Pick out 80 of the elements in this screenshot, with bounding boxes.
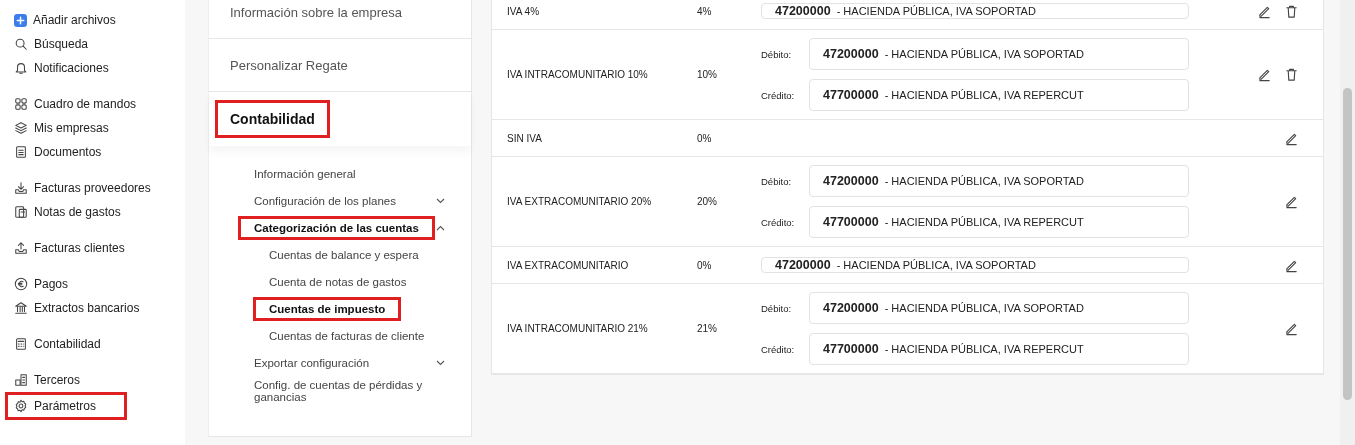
- tax-name: IVA EXTRACOMUNITARIO 20%: [506, 196, 653, 207]
- settings-section[interactable]: Información sobre la empresa: [218, 0, 414, 28]
- buildings-icon: [14, 373, 28, 387]
- scrollbar-thumb[interactable]: [1343, 88, 1352, 400]
- tax-rate: 10%: [697, 69, 718, 80]
- delete-button[interactable]: [1284, 67, 1299, 82]
- dashboard-icon: [14, 97, 28, 111]
- chevron-down-icon[interactable]: [436, 197, 445, 204]
- tax-name: IVA INTRACOMUNITARIO 21%: [506, 323, 649, 334]
- nav-item[interactable]: Facturas proveedores: [12, 176, 162, 200]
- account-field[interactable]: 47200000 - HACIENDA PÚBLICA, IVA SOPORTAD: [809, 292, 1189, 324]
- pencil-icon: [1257, 67, 1272, 82]
- account-label: Crédito:: [761, 89, 796, 101]
- tax-rate: 21%: [697, 323, 718, 334]
- settings-subitem[interactable]: Información general: [254, 164, 356, 183]
- settings-subitem[interactable]: Config. de cuentas de pérdidas y ganancias: [254, 376, 445, 406]
- settings-section[interactable]: Personalizar Regate: [218, 49, 360, 81]
- nav-item[interactable]: Documentos: [12, 140, 162, 164]
- settings-subitem[interactable]: Cuentas de balance y espera: [269, 245, 419, 264]
- nav-item[interactable]: Notificaciones: [12, 56, 162, 80]
- settings-subitem[interactable]: Cuentas de facturas de cliente: [269, 326, 425, 345]
- account-field[interactable]: 47200000 - HACIENDA PÚBLICA, IVA SOPORTAD: [809, 165, 1189, 197]
- search-icon: [14, 37, 28, 51]
- add-icon: [14, 13, 27, 27]
- nav-item[interactable]: Búsqueda: [12, 32, 162, 56]
- bank-icon: [14, 301, 28, 315]
- upload-icon: [14, 241, 28, 255]
- account-label: Crédito:: [761, 216, 796, 228]
- account-field[interactable]: 47700000 - HACIENDA PÚBLICA, IVA REPERCUT: [809, 206, 1189, 238]
- tax-name: SIN IVA: [506, 132, 543, 144]
- settings-section[interactable]: Contabilidad: [215, 100, 330, 138]
- nav-item[interactable]: Pagos: [12, 272, 162, 296]
- pencil-icon: [1284, 194, 1299, 209]
- account-field[interactable]: 47700000 - HACIENDA PÚBLICA, IVA REPERCUT: [809, 79, 1189, 111]
- trash-icon: [1284, 3, 1299, 19]
- trash-icon: [1284, 67, 1299, 82]
- delete-button[interactable]: [1284, 3, 1299, 19]
- edit-button[interactable]: [1284, 194, 1299, 209]
- tax-rate: 4%: [697, 5, 713, 17]
- settings-subitem[interactable]: Exportar configuración: [254, 353, 370, 372]
- settings-subitem[interactable]: Cuenta de notas de gastos: [269, 272, 407, 291]
- nav-item[interactable]: Terceros: [12, 368, 162, 392]
- tax-rate: 0%: [697, 132, 713, 144]
- account-field[interactable]: 47200000 - HACIENDA PÚBLICA, IVA SOPORTAD: [761, 3, 1189, 19]
- chevron-down-icon[interactable]: [436, 359, 445, 366]
- edit-button[interactable]: [1284, 321, 1299, 336]
- settings-icon: [14, 399, 28, 413]
- account-label: Débito:: [761, 48, 793, 60]
- nav-item[interactable]: Mis empresas: [12, 116, 162, 140]
- nav-item[interactable]: Parámetros: [5, 392, 127, 420]
- tax-name: IVA INTRACOMUNITARIO 10%: [506, 69, 649, 80]
- nav-item[interactable]: Contabilidad: [12, 332, 162, 356]
- nav-item[interactable]: Añadir archivos: [12, 8, 162, 32]
- chevron-up-icon[interactable]: [436, 224, 445, 231]
- account-label: Débito:: [761, 302, 793, 314]
- tax-name: IVA EXTRACOMUNITARIO: [506, 259, 630, 271]
- account-field[interactable]: 47700000 - HACIENDA PÚBLICA, IVA REPERCUT: [809, 333, 1189, 365]
- pencil-icon: [1284, 321, 1299, 336]
- nav-item[interactable]: Facturas clientes: [12, 236, 162, 260]
- receipt-icon: [14, 205, 28, 219]
- settings-subitem[interactable]: Categorización de las cuentas: [238, 215, 435, 240]
- nav-item[interactable]: Notas de gastos: [12, 200, 162, 224]
- document-icon: [14, 145, 28, 159]
- tax-rate: 0%: [697, 259, 713, 271]
- layers-icon: [14, 121, 28, 135]
- bell-icon: [14, 61, 28, 75]
- account-label: Crédito:: [761, 343, 796, 355]
- download-icon: [14, 181, 28, 195]
- account-field[interactable]: 47200000 - HACIENDA PÚBLICA, IVA SOPORTAD: [809, 38, 1189, 70]
- settings-subitem[interactable]: Cuentas de impuesto: [253, 296, 402, 321]
- account-label: Débito:: [761, 175, 793, 187]
- nav-item[interactable]: Cuadro de mandos: [12, 92, 162, 116]
- settings-subitem[interactable]: Configuración de los planes: [254, 191, 396, 210]
- tax-name: IVA 4%: [506, 5, 541, 17]
- edit-button[interactable]: [1257, 67, 1272, 82]
- account-field[interactable]: 47200000 - HACIENDA PÚBLICA, IVA SOPORTAD: [761, 257, 1189, 273]
- calculator-icon: [14, 337, 28, 351]
- tax-rate: 20%: [697, 196, 718, 207]
- nav-item[interactable]: Extractos bancarios: [12, 296, 162, 320]
- euro-icon: [14, 277, 28, 291]
